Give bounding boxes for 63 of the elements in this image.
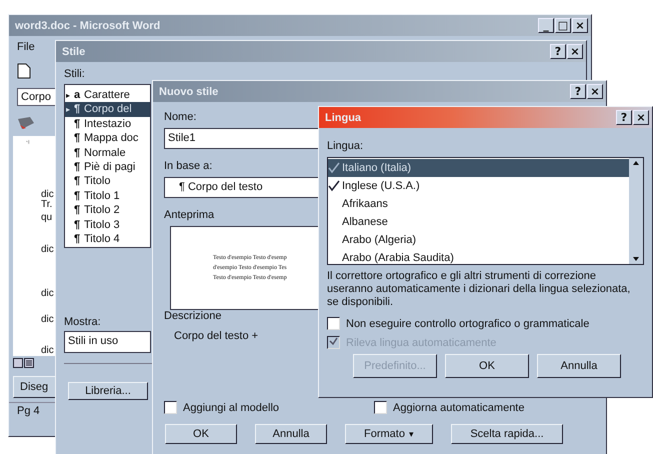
name-field[interactable]: Stile1 [164, 128, 320, 149]
document-text: dic [40, 315, 54, 325]
description-text: Corpo del testo + [174, 330, 258, 342]
based-on-dropdown[interactable]: ¶ Corpo del testo [164, 177, 320, 198]
language-list-item[interactable]: Arabo (Algeria) [328, 231, 629, 249]
page-number: Pg 4 [17, 405, 40, 417]
dialog-title: Stile [62, 46, 86, 58]
field-label: In base a: [164, 160, 212, 173]
checkbox-option[interactable]: Non eseguire controllo ortografico o grammaticale [327, 317, 590, 330]
library-button[interactable]: Libreria... [68, 382, 148, 400]
language-list-item[interactable]: Afrikaans [328, 195, 629, 213]
window-control-button[interactable]: × [633, 110, 649, 125]
document-text: dic [40, 190, 54, 200]
field-label: Lingua: [327, 140, 364, 153]
view-icon[interactable] [24, 358, 34, 368]
field-label: Stili: [64, 68, 85, 81]
style-list-item[interactable]: ¶ Titolo 3 [65, 218, 150, 232]
style-list-item[interactable]: ¶ Piè di pagi [65, 160, 150, 174]
document-text: qu [40, 213, 52, 223]
language-list-item[interactable]: Albanese [328, 213, 629, 231]
document-text: dic [40, 245, 54, 255]
section-label: Anteprima [164, 209, 214, 222]
field-label: Mostra: [64, 316, 101, 329]
style-list-item[interactable]: ¶ Titolo 1 [65, 188, 150, 204]
view-icon[interactable] [13, 358, 23, 368]
document-text: dic [40, 289, 54, 299]
checkbox[interactable] [374, 401, 388, 414]
dialog-button[interactable]: OK [445, 354, 529, 378]
info-text: Il correttore ortografico e gli altri strumenti di correzione useranno automaticamente i dizionari della lingua selezionata, se disponibili. [327, 270, 632, 309]
style-list-item[interactable]: ▸ ¶ Corpo del [65, 102, 150, 117]
style-list-item[interactable]: ¶ Normale [65, 146, 150, 160]
style-list-item[interactable]: ¶ Titolo 4 [65, 232, 150, 246]
style-list-item[interactable]: ¶ Mappa doc [65, 131, 150, 146]
dialog-button[interactable]: Annulla [537, 354, 621, 378]
menu-item[interactable]: File [17, 41, 35, 53]
section-label: Descrizione [164, 310, 222, 323]
dialog-title: Nuovo stile [159, 86, 218, 98]
window-title: word3.doc - Microsoft Word [15, 20, 160, 32]
show-dropdown[interactable]: Stili in uso [64, 331, 151, 353]
dialog-button[interactable]: Scelta rapida... [451, 424, 563, 444]
style-list-item[interactable]: ¶ Titolo 2 [65, 203, 150, 218]
dialog-button[interactable]: Formato ▾ [345, 424, 433, 444]
language-list-item[interactable]: Inglese (U.S.A.) [328, 177, 629, 195]
dialog-button[interactable]: Annulla [255, 424, 327, 444]
language-list[interactable]: Italiano (Italia) Inglese (U.S.A.) Afrikaans Albanese Arabo (Algeria) Arabo (Arabia Saudita) [327, 157, 644, 265]
new-document-icon[interactable] [17, 63, 31, 79]
dialog-title: Lingua [325, 112, 362, 124]
language-list-item[interactable]: Arabo (Arabia Saudita) [328, 249, 629, 267]
dialog-button[interactable]: OK [165, 424, 237, 444]
checkbox[interactable] [164, 401, 177, 414]
document-text: Tr. [40, 200, 52, 210]
styles-list[interactable]: ▸ a Carattere ▸ ¶ Corpo del ¶ Intestazio ¶ Mappa doc ¶ Normale ¶ Piè di pagi ¶ Titolo ¶ Titolo 1 ¶ Titolo 2 ¶ Titolo 3 ¶ Titolo 4 [64, 84, 151, 248]
document-text: dic [40, 346, 54, 356]
checkbox-option[interactable]: Aggiorna automaticamente [374, 401, 524, 414]
language-list-item[interactable]: Italiano (Italia) [328, 159, 629, 177]
checkbox-option[interactable]: Aggiungi al modello [164, 401, 280, 414]
checkbox[interactable] [327, 317, 340, 330]
style-list-item[interactable]: ¶ Titolo [65, 174, 150, 189]
scrollbar[interactable] [629, 158, 643, 264]
window-control-button[interactable]: ? [616, 110, 632, 125]
field-label: Nome: [164, 111, 196, 124]
style-list-item[interactable]: ¶ Intestazio [65, 116, 150, 132]
highlighter-icon[interactable] [17, 116, 35, 130]
